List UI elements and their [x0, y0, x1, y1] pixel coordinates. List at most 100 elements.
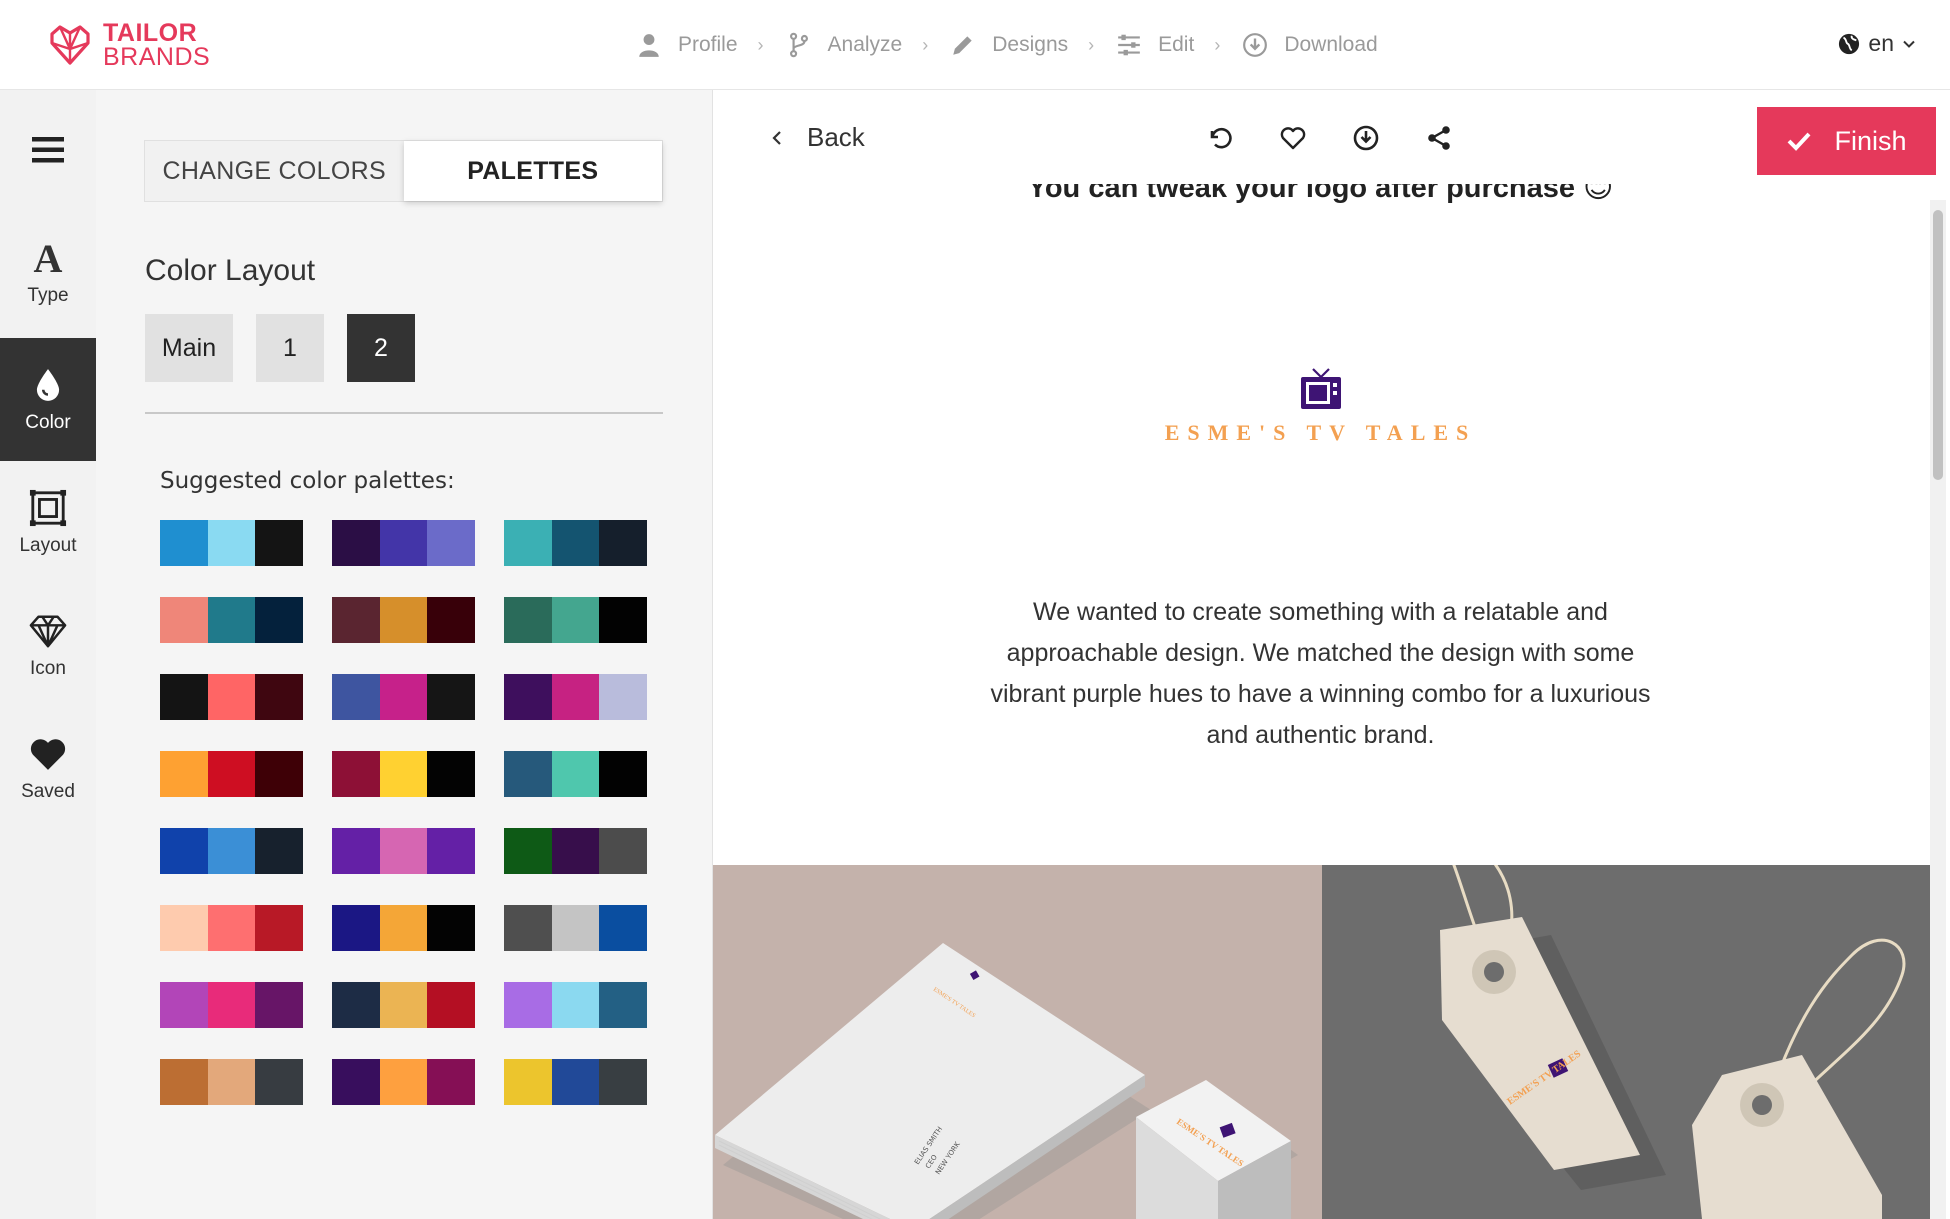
- layout-icon: [29, 489, 67, 526]
- language-selector[interactable]: en: [1838, 30, 1924, 57]
- color-palette[interactable]: [160, 1059, 304, 1105]
- tab-change-colors[interactable]: CHANGE COLORS: [145, 141, 404, 201]
- palette-swatch: [379, 597, 428, 643]
- heart-outline-icon[interactable]: [1279, 124, 1307, 152]
- color-layout-title: Color Layout: [145, 254, 316, 287]
- color-palette[interactable]: [332, 674, 476, 720]
- color-palette[interactable]: [504, 982, 648, 1028]
- palette-swatch: [207, 520, 256, 566]
- rail-item-icon[interactable]: Icon: [0, 584, 96, 707]
- palette-swatch: [332, 982, 380, 1028]
- color-palette[interactable]: [504, 751, 648, 797]
- checkmark-icon: [1788, 132, 1811, 151]
- preview-scrollbar[interactable]: [1930, 200, 1946, 1219]
- user-icon: [639, 34, 659, 57]
- palette-swatch: [160, 828, 208, 874]
- step-label: Profile: [678, 33, 738, 56]
- step-download[interactable]: Download: [1242, 32, 1378, 58]
- color-palette[interactable]: [504, 905, 648, 951]
- palette-swatch: [160, 1059, 208, 1105]
- color-palette[interactable]: [504, 828, 648, 874]
- hamburger-menu-icon: [32, 137, 64, 163]
- step-edit[interactable]: Edit ›: [1116, 32, 1242, 58]
- color-palette[interactable]: [160, 905, 304, 951]
- chevron-right-icon: ›: [1214, 34, 1221, 55]
- palette-swatch: [379, 905, 428, 951]
- step-analyze[interactable]: Analyze ›: [786, 32, 951, 58]
- palette-swatch: [379, 751, 428, 797]
- menu-button[interactable]: [0, 120, 96, 180]
- chevron-right-icon: ›: [757, 34, 764, 55]
- back-button[interactable]: Back: [769, 122, 865, 153]
- palette-swatch: [427, 828, 476, 874]
- undo-icon[interactable]: [1206, 124, 1234, 152]
- layout-option-2[interactable]: 2: [347, 314, 415, 382]
- palette-swatch: [504, 597, 552, 643]
- step-profile[interactable]: Profile ›: [636, 32, 786, 58]
- color-palette[interactable]: [332, 520, 476, 566]
- palette-swatch: [255, 905, 304, 951]
- color-palette[interactable]: [504, 597, 648, 643]
- globe-icon: [1839, 33, 1860, 54]
- color-palette[interactable]: [332, 597, 476, 643]
- color-palette[interactable]: [160, 828, 304, 874]
- finish-button[interactable]: Finish: [1757, 107, 1936, 175]
- color-palette[interactable]: [160, 982, 304, 1028]
- rail-item-color[interactable]: Color: [0, 338, 96, 461]
- color-palette[interactable]: [160, 751, 304, 797]
- color-palette[interactable]: [332, 982, 476, 1028]
- color-palette[interactable]: [332, 751, 476, 797]
- palette-swatch: [255, 597, 304, 643]
- rail-label: Saved: [21, 780, 75, 802]
- palette-swatch: [599, 905, 648, 951]
- hang-tag-mockup: ESME'S TV TALES: [1322, 865, 1930, 1219]
- palette-swatch: [160, 597, 208, 643]
- palette-swatch: [504, 905, 552, 951]
- download-circle-icon[interactable]: [1352, 124, 1380, 152]
- rail-label: Layout: [19, 534, 77, 556]
- logo-line-1: TAILOR: [103, 19, 198, 47]
- rail-label: Color: [25, 411, 71, 433]
- palette-swatch: [332, 905, 380, 951]
- design-preview: Back Finish You can tweak your logo afte…: [713, 90, 1950, 1219]
- step-designs[interactable]: Designs ›: [950, 32, 1116, 58]
- color-palette[interactable]: [160, 520, 304, 566]
- scrollbar-thumb[interactable]: [1933, 210, 1943, 480]
- share-icon[interactable]: [1425, 124, 1453, 152]
- color-palette[interactable]: [332, 828, 476, 874]
- palette-swatch: [379, 674, 428, 720]
- palette-swatch: [504, 520, 552, 566]
- palette-swatch: [160, 674, 208, 720]
- palette-swatch: [255, 520, 304, 566]
- color-palette[interactable]: [504, 674, 648, 720]
- color-layout-options: Main 1 2: [145, 314, 438, 382]
- palette-swatch: [504, 828, 552, 874]
- palette-swatch: [255, 1059, 304, 1105]
- preview-toolbar: Back Finish: [713, 90, 1950, 184]
- chevron-right-icon: ›: [922, 34, 929, 55]
- color-palette[interactable]: [504, 520, 648, 566]
- color-palette[interactable]: [504, 1059, 648, 1105]
- sliders-icon: [1118, 34, 1140, 56]
- layout-option-main[interactable]: Main: [145, 314, 233, 382]
- droplet-icon: [36, 368, 60, 401]
- palette-swatch: [160, 905, 208, 951]
- color-palette[interactable]: [332, 905, 476, 951]
- download-icon: [1243, 33, 1268, 57]
- rail-item-layout[interactable]: Layout: [0, 461, 96, 584]
- tool-sidebar: A Type Color Layout Icon Saved: [0, 90, 96, 1219]
- brand-name-text: ESME'S TV TALES: [1164, 420, 1477, 445]
- rail-item-type[interactable]: A Type: [0, 211, 96, 334]
- layout-option-1[interactable]: 1: [256, 314, 324, 382]
- diamond-icon: [29, 615, 67, 647]
- palette-swatch: [551, 674, 600, 720]
- color-palette[interactable]: [160, 597, 304, 643]
- tab-palettes[interactable]: PALETTES: [403, 141, 662, 201]
- palette-swatch: [427, 905, 476, 951]
- logo-heart-icon: [50, 25, 90, 65]
- color-palette[interactable]: [332, 1059, 476, 1105]
- color-palette[interactable]: [160, 674, 304, 720]
- palette-swatch: [255, 828, 304, 874]
- rail-item-saved[interactable]: Saved: [0, 707, 96, 830]
- tailor-brands-logo[interactable]: TAILOR BRANDS: [46, 20, 210, 70]
